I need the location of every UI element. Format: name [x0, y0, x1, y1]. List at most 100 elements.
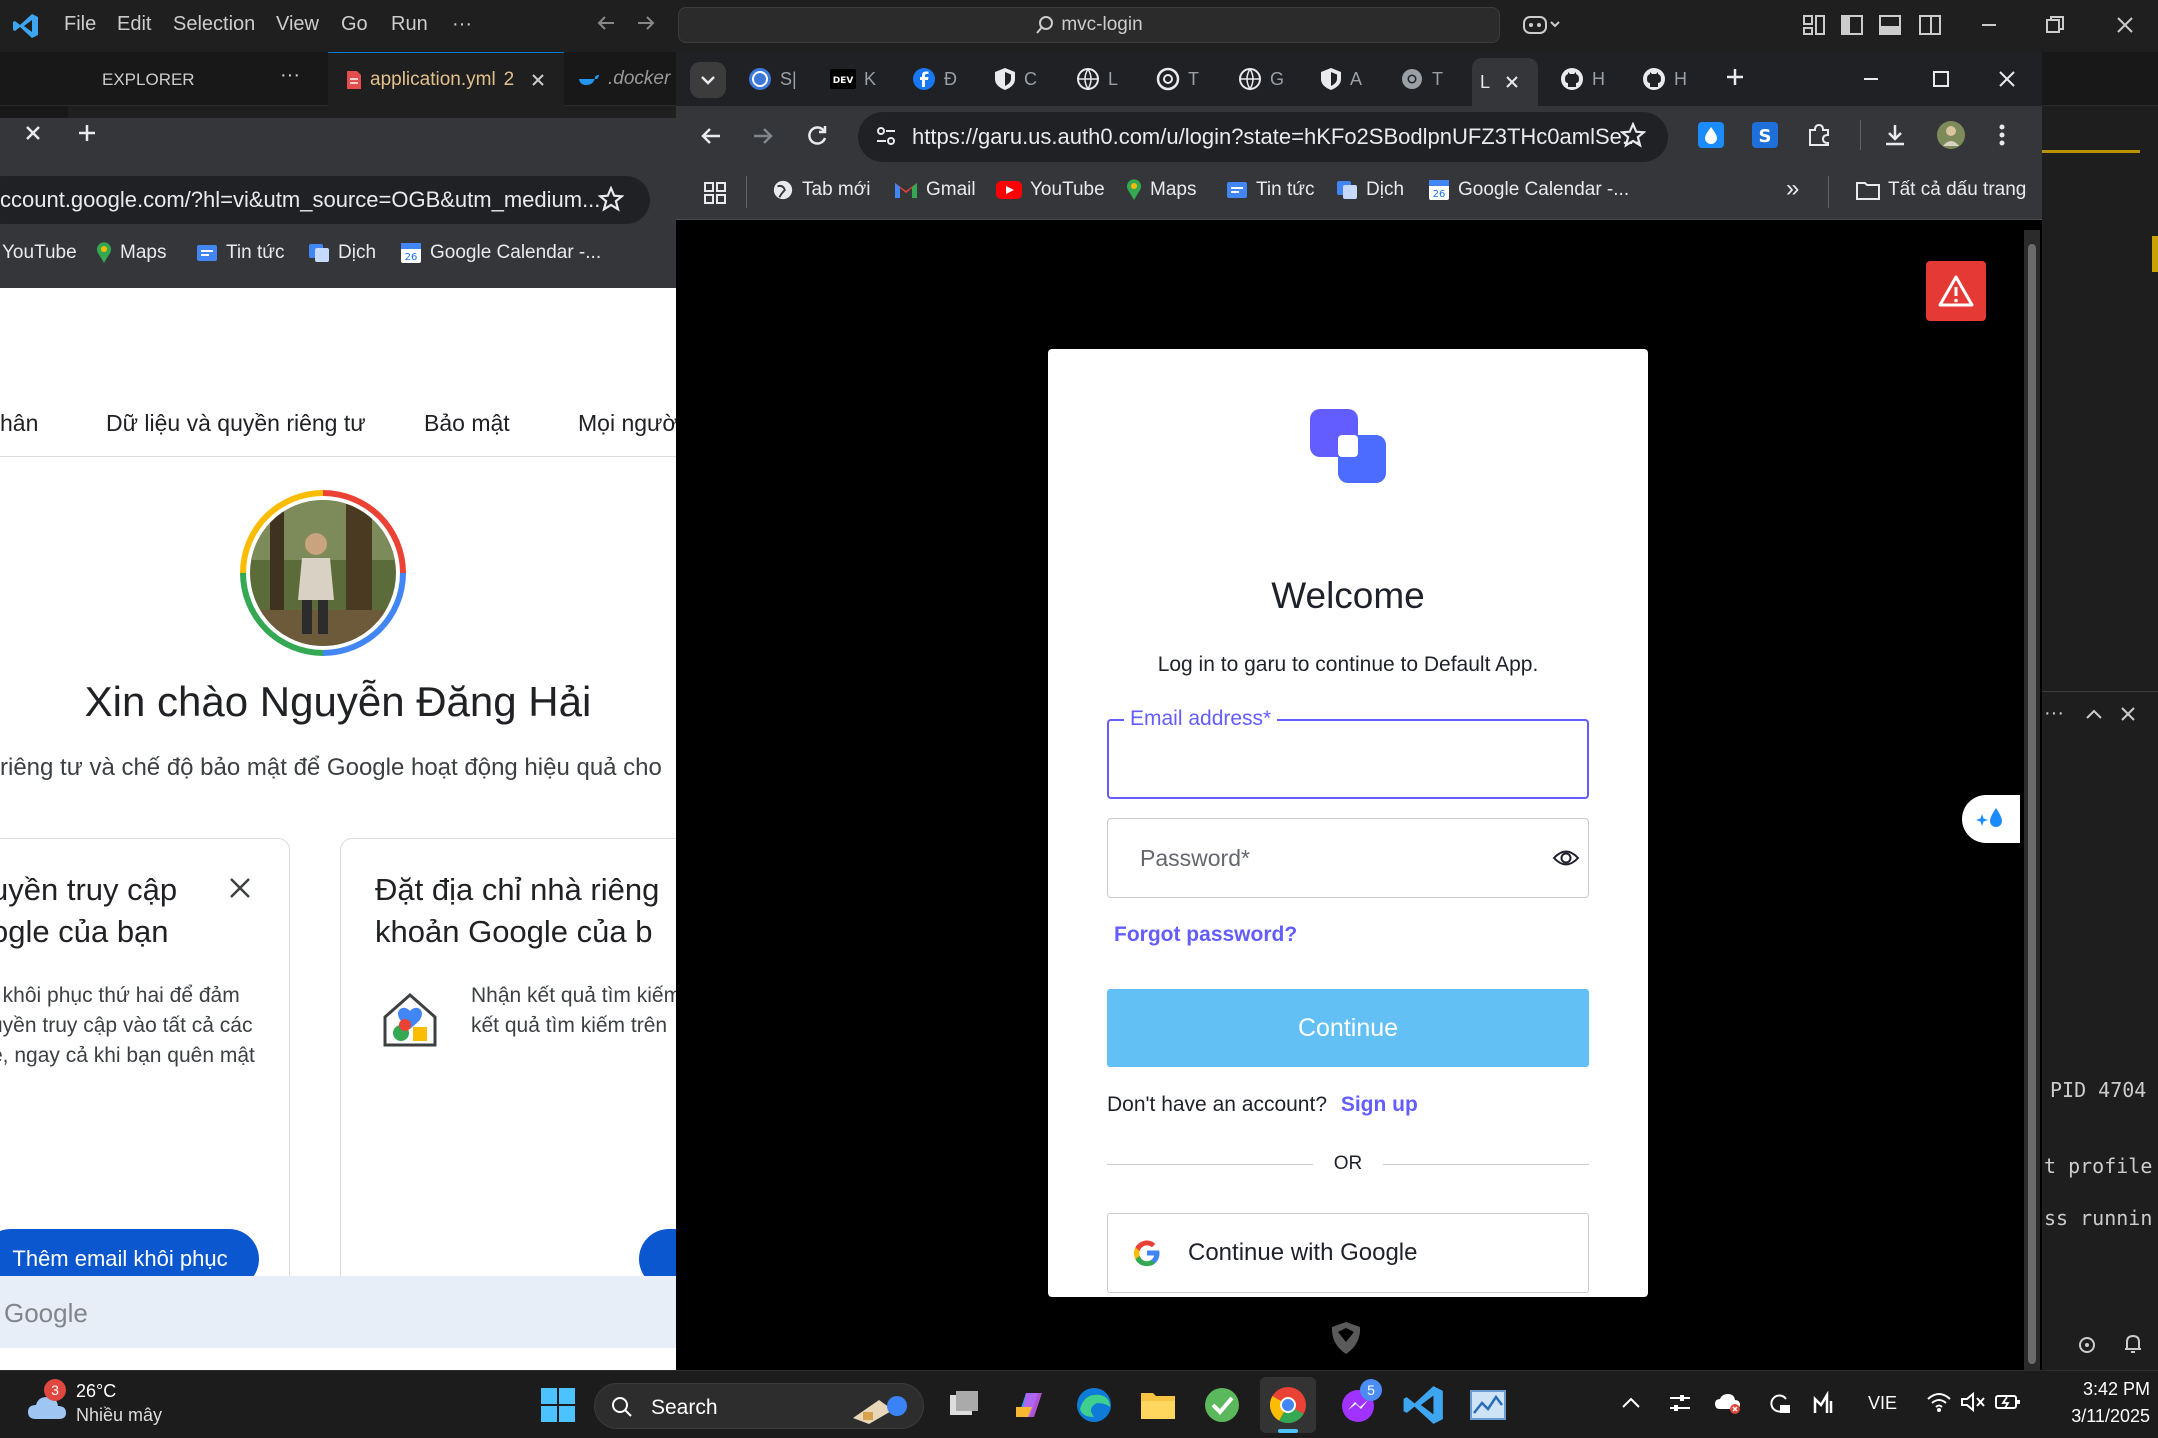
new-tab-icon[interactable]	[76, 122, 98, 144]
bookmark-youtube[interactable]: YouTube	[996, 179, 1105, 201]
bookmark-news[interactable]: Tin tức	[1226, 179, 1314, 201]
continue-button[interactable]: Continue	[1107, 989, 1589, 1067]
chevron-up-icon[interactable]	[1620, 1395, 1642, 1411]
reload-icon[interactable]	[804, 123, 830, 149]
file-explorer-icon[interactable]	[1136, 1383, 1180, 1427]
scrollbar-thumb[interactable]	[2028, 244, 2036, 1364]
bookmark-translate[interactable]: Dịch	[308, 242, 376, 264]
menu-selection[interactable]: Selection	[173, 13, 255, 36]
extensions-puzzle-icon[interactable]	[1806, 122, 1832, 148]
performance-icon[interactable]	[1812, 1391, 1836, 1415]
profile-avatar-icon[interactable]	[1936, 120, 1966, 150]
sync-icon[interactable]	[2076, 1334, 2098, 1356]
layout-customize-icon[interactable]	[1802, 14, 1826, 36]
new-tab-icon[interactable]	[1724, 66, 1746, 88]
copilot-app-icon[interactable]	[1008, 1383, 1052, 1427]
vscode-taskbar-icon[interactable]	[1402, 1383, 1446, 1427]
download-icon[interactable]	[1882, 122, 1908, 148]
notifications-bell-icon[interactable]	[2122, 1332, 2144, 1356]
restore-icon[interactable]	[2044, 14, 2066, 36]
toggle-sidebar-icon[interactable]	[1840, 14, 1864, 36]
command-center[interactable]: mvc-login	[678, 7, 1500, 43]
tab-docker[interactable]: .docker	[578, 52, 678, 106]
back-icon[interactable]	[698, 123, 724, 149]
chrome-taskbar-active[interactable]	[1260, 1377, 1316, 1433]
toggle-panel-icon[interactable]	[1878, 14, 1902, 36]
maximize-icon[interactable]	[1930, 68, 1952, 90]
back-arrow-icon[interactable]	[594, 10, 620, 36]
menu-file[interactable]: File	[64, 13, 96, 36]
menu-run[interactable]: Run	[391, 13, 428, 36]
weather-widget[interactable]: 3 26°C Nhiều mây	[26, 1379, 176, 1431]
address-bar[interactable]: https://garu.us.auth0.com/u/login?state=…	[858, 112, 1668, 162]
tab-personal-info[interactable]: hân	[0, 410, 38, 437]
menu-more[interactable]: ···	[452, 13, 472, 36]
onedrive-error-icon[interactable]	[1714, 1391, 1742, 1415]
wifi-icon[interactable]	[1926, 1391, 1952, 1413]
speaker-muted-icon[interactable]	[1960, 1391, 1986, 1413]
tab-9[interactable]: T	[1400, 58, 1443, 100]
tab-close-icon[interactable]	[1504, 74, 1520, 90]
bookmarks-overflow-button[interactable]: »	[1786, 175, 1799, 203]
tab-application-yml[interactable]: application.yml 2	[328, 52, 564, 106]
minimize-icon[interactable]	[1978, 14, 2000, 36]
explorer-more-button[interactable]: ···	[280, 64, 300, 87]
bookmark-calendar[interactable]: 26 Google Calendar -...	[1428, 179, 1629, 201]
scrollbar[interactable]	[2024, 230, 2040, 1370]
close-panel-icon[interactable]	[2120, 706, 2136, 722]
tab-5[interactable]: L	[1076, 58, 1118, 100]
close-tab-icon[interactable]	[22, 122, 44, 144]
address-bar[interactable]: ccount.google.com/?hl=vi&utm_source=OGB&…	[0, 176, 650, 224]
bookmark-news[interactable]: Tin tức	[196, 242, 284, 264]
extension-drop-icon[interactable]	[1698, 122, 1724, 148]
tab-people[interactable]: Mọi người	[578, 410, 676, 437]
avatar[interactable]	[240, 490, 406, 656]
input-language[interactable]: VIE	[1868, 1393, 1897, 1414]
show-password-eye-icon[interactable]	[1552, 847, 1580, 869]
apps-grid-icon[interactable]	[704, 182, 726, 204]
forward-icon[interactable]	[750, 123, 776, 149]
email-field[interactable]: Email address*	[1107, 707, 1589, 799]
toggle-secondary-sidebar-icon[interactable]	[1918, 14, 1942, 36]
battery-charging-icon[interactable]	[1994, 1391, 2022, 1413]
checklist-app-icon[interactable]	[1200, 1383, 1244, 1427]
bookmark-maps[interactable]: Maps	[1126, 179, 1196, 201]
clock[interactable]: 3:42 PM 3/11/2025	[2040, 1379, 2150, 1427]
menu-view[interactable]: View	[276, 13, 319, 36]
dismiss-card-icon[interactable]	[227, 875, 253, 901]
menu-edit[interactable]: Edit	[117, 13, 151, 36]
site-info-icon[interactable]	[874, 124, 898, 148]
bookmark-translate[interactable]: Dịch	[1336, 179, 1404, 201]
tab-security[interactable]: Bảo mật	[424, 410, 510, 437]
forgot-password-link[interactable]: Forgot password?	[1114, 923, 1297, 947]
bookmark-star-icon[interactable]	[598, 186, 624, 212]
close-icon[interactable]	[1996, 68, 2018, 90]
forward-arrow-icon[interactable]	[632, 10, 658, 36]
settings-sliders-icon[interactable]	[1668, 1391, 1692, 1415]
all-bookmarks-folder[interactable]: Tất cả dấu trang	[1856, 179, 2026, 201]
edge-browser-icon[interactable]	[1072, 1383, 1116, 1427]
kebab-menu-icon[interactable]	[1998, 122, 2006, 148]
tab-1[interactable]: S|	[748, 58, 797, 100]
tab-12[interactable]: H	[1642, 58, 1687, 100]
bookmark-star-icon[interactable]	[1620, 122, 1646, 148]
tab-active-login[interactable]: L	[1472, 58, 1538, 106]
warning-badge[interactable]	[1926, 261, 1986, 321]
bookmark-youtube[interactable]: YouTube	[2, 242, 77, 264]
maximize-panel-icon[interactable]	[2084, 706, 2104, 722]
tab-close-icon[interactable]	[530, 72, 546, 88]
sparkle-assistant-button[interactable]	[1962, 795, 2020, 843]
panel-more-button[interactable]: ···	[2044, 702, 2064, 725]
taskbar-search-box[interactable]: Search	[594, 1383, 924, 1429]
tab-8[interactable]: A	[1320, 58, 1362, 100]
sync-status-icon[interactable]	[1766, 1391, 1792, 1417]
resource-monitor-icon[interactable]	[1466, 1383, 1510, 1427]
tab-search-button[interactable]	[690, 62, 726, 98]
tab-data-privacy[interactable]: Dữ liệu và quyền riêng tư	[106, 410, 366, 437]
windows-start-icon[interactable]	[536, 1383, 580, 1427]
bookmark-gmail[interactable]: Gmail	[894, 179, 976, 201]
bookmark-calendar[interactable]: 26 Google Calendar -...	[400, 242, 601, 264]
tab-6[interactable]: T	[1156, 58, 1199, 100]
close-icon[interactable]	[2114, 14, 2136, 36]
extension-s-icon[interactable]: S	[1752, 122, 1778, 148]
